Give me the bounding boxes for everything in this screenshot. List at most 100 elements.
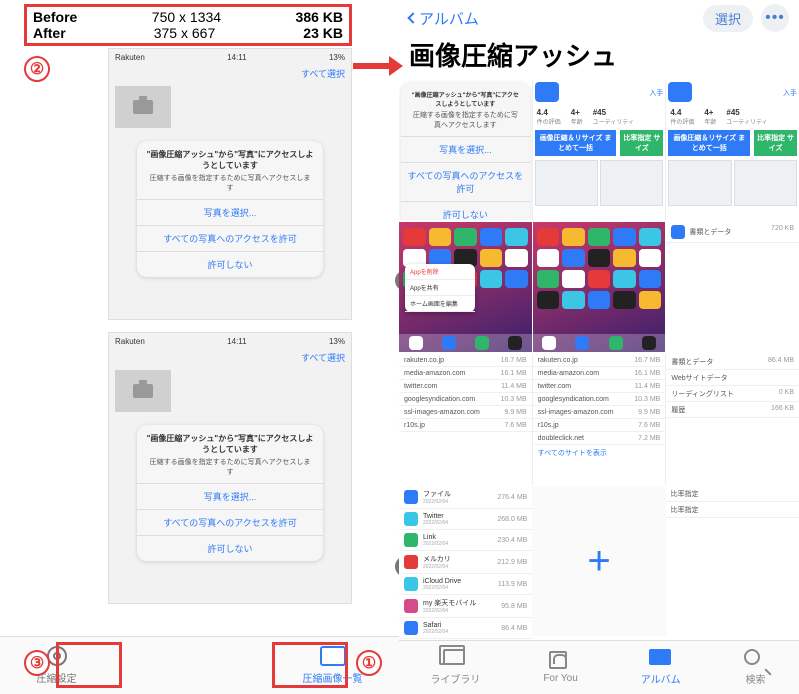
photo-thumbnail-placeholder	[115, 86, 171, 128]
before-filesize: 386 KB	[296, 9, 343, 25]
before-label: Before	[33, 9, 77, 25]
list-item[interactable]: r10s.jp7.6 MB	[533, 419, 666, 432]
list-item[interactable]: media-amazon.com16.1 MB	[533, 367, 666, 380]
list-item[interactable]: Safari2022/02/0486.4 MB	[399, 618, 532, 639]
tab-label: 検索	[744, 671, 768, 686]
list-item[interactable]: Twitter2022/02/04268.0 MB	[399, 509, 532, 530]
annotation-badge-3: ③	[24, 650, 50, 676]
website-data-list[interactable]: rakuten.co.jp16.7 MBmedia-amazon.com16.1…	[399, 354, 533, 484]
feature-banner-blue: 画像圧縮＆リサイズ まとめて一括	[535, 130, 617, 156]
list-item[interactable]: ファイル2022/02/04276.4 MB	[399, 486, 532, 509]
rating-sub: 件の評価	[537, 117, 561, 126]
list-item[interactable]: メルカリ2022/02/04212.9 MB	[399, 551, 532, 574]
get-label: 入手	[783, 88, 797, 98]
select-all-link[interactable]: すべて選択	[109, 65, 351, 82]
list-item[interactable]: r10s.jp7.6 MB	[399, 419, 532, 432]
list-item[interactable]: twitter.com11.4 MB	[399, 380, 532, 393]
annotation-badge-2: ②	[24, 56, 50, 82]
rank-sub: ユーティリティ	[726, 117, 767, 126]
add-tile[interactable]: +	[532, 486, 665, 636]
dialog-title: "画像圧縮アッシュ"から"写真"にアクセスしようとしています	[401, 82, 530, 110]
settings-thumbnail[interactable]: 書類とデータ720 KB	[666, 222, 799, 352]
ratio-list[interactable]: 比率指定比率指定	[666, 486, 799, 636]
homescreen-thumbnail[interactable]	[533, 222, 667, 352]
dialog-subtitle: 圧縮する画像を指定するために写真へアクセスします	[137, 457, 323, 483]
tab-library[interactable]: ライブラリ	[430, 649, 480, 686]
battery-label: 13%	[329, 337, 345, 346]
list-item[interactable]: my 楽天モバイル2022/02/0495.8 MB	[399, 595, 532, 618]
list-item[interactable]: 履歴166 KB	[666, 402, 799, 418]
clock-label: 14:11	[227, 53, 246, 62]
website-data-list[interactable]: rakuten.co.jp16.7 MBmedia-amazon.com16.1…	[533, 354, 667, 484]
after-filesize: 23 KB	[303, 25, 343, 41]
dialog-subtitle: 圧縮する画像を指定するために写真へアクセスします	[137, 173, 323, 199]
plus-icon: +	[587, 539, 610, 584]
storage-app-list[interactable]: ファイル2022/02/04276.4 MBTwitter2022/02/042…	[399, 486, 532, 636]
thumbnail-row-4: ファイル2022/02/04276.4 MBTwitter2022/02/042…	[399, 486, 799, 636]
tab-label: アルバム	[641, 671, 681, 686]
thumbnail-row-1: "画像圧縮アッシュ"から"写真"にアクセスしようとしています 圧縮する画像を指定…	[399, 80, 799, 220]
settings-data-list[interactable]: 書類とデータ86.4 MBWebサイトデータリーディングリスト0 KB履歴166…	[666, 354, 799, 484]
list-item[interactable]: Link2022/02/04230.4 MB	[399, 530, 532, 551]
list-item[interactable]: media-amazon.com16.1 MB	[399, 367, 532, 380]
tab-album[interactable]: アルバム	[641, 649, 681, 686]
select-button[interactable]: 選択	[703, 5, 753, 32]
rating-value: 4.4	[537, 108, 548, 117]
appstore-card[interactable]: 入手 4.4件の評価 4+年齢 #45ユーティリティ 画像圧縮＆リサイズ まとめ…	[533, 80, 667, 220]
search-icon	[744, 649, 760, 665]
list-item[interactable]: ssl-images-amazon.com9.9 MB	[533, 406, 666, 419]
select-photos-button[interactable]: 写真を選択...	[137, 199, 323, 225]
clock-label: 14:11	[227, 337, 246, 346]
album-title: 画像圧縮アッシュ	[399, 36, 799, 79]
list-item[interactable]: rakuten.co.jp16.7 MB	[533, 354, 666, 367]
list-item[interactable]: iCloud Drive2022/02/04113.9 MB	[399, 574, 532, 595]
settings-row-label: 書類とデータ	[689, 229, 731, 236]
tab-label: ライブラリ	[430, 671, 480, 686]
carrier-label: Rakuten	[115, 53, 145, 62]
list-item[interactable]: Webサイトデータ	[666, 370, 799, 386]
thumbnail-row-2: Appを削除 Appを共有 ホーム画面を編集 書類とデータ720 KB	[399, 222, 799, 352]
after-label: After	[33, 25, 66, 41]
annotation-box-gallery	[272, 642, 348, 688]
list-item[interactable]: twitter.com11.4 MB	[533, 380, 666, 393]
list-item[interactable]: googlesyndication.com10.3 MB	[533, 393, 666, 406]
dialog-subtitle: 圧縮する画像を指定するために写真へアクセスします	[401, 110, 530, 136]
list-item[interactable]: googlesyndication.com10.3 MB	[399, 393, 532, 406]
more-button[interactable]: •••	[761, 4, 789, 32]
list-item[interactable]: ssl-images-amazon.com9.9 MB	[399, 406, 532, 419]
ctx-delete[interactable]: Appを削除	[405, 264, 475, 280]
appstore-card[interactable]: 入手 4.4件の評価 4+年齢 #45ユーティリティ 画像圧縮＆リサイズ まとめ…	[666, 80, 799, 220]
show-all-sites-link[interactable]: すべてのサイトを表示	[533, 445, 666, 461]
list-item[interactable]: doubleclick.net7.2 MB	[533, 432, 666, 445]
list-item[interactable]: rakuten.co.jp16.7 MB	[399, 354, 532, 367]
back-button[interactable]: アルバム	[409, 8, 479, 29]
deny-button[interactable]: 許可しない	[137, 251, 323, 277]
tab-label: For You	[543, 673, 577, 684]
age-value: 4+	[571, 108, 580, 117]
battery-label: 13%	[329, 53, 345, 62]
list-item[interactable]: リーディングリスト0 KB	[666, 386, 799, 402]
list-item[interactable]: 比率指定	[666, 502, 799, 518]
rank-value: #45	[593, 108, 606, 117]
appstore-card[interactable]: "画像圧縮アッシュ"から"写真"にアクセスしようとしています 圧縮する画像を指定…	[399, 80, 533, 220]
tab-foryou[interactable]: For You	[543, 651, 577, 684]
album-top-bar: アルバム 選択 •••	[399, 0, 799, 36]
age-value: 4+	[704, 108, 713, 117]
annotation-box-settings	[56, 642, 122, 688]
photo-thumbnail-placeholder	[115, 370, 171, 412]
annotation-badge-1: ①	[356, 650, 382, 676]
list-item[interactable]: 比率指定	[666, 486, 799, 502]
ctx-edit[interactable]: ホーム画面を編集	[405, 296, 475, 312]
right-panel: アルバム 選択 ••• 画像圧縮アッシュ ④ "画像圧縮アッシュ"から"写真"に…	[399, 0, 799, 694]
tab-search[interactable]: 検索	[744, 649, 768, 686]
before-screenshot: Rakuten 14:11 13% すべて選択 "画像圧縮アッシュ"から"写真"…	[108, 48, 352, 320]
deny-button[interactable]: 許可しない	[137, 535, 323, 561]
allow-all-photos-button[interactable]: すべての写真へのアクセスを許可	[137, 509, 323, 535]
homescreen-thumbnail[interactable]: Appを削除 Appを共有 ホーム画面を編集	[399, 222, 533, 352]
ctx-share[interactable]: Appを共有	[405, 280, 475, 296]
allow-all-photos-button[interactable]: すべての写真へのアクセスを許可	[137, 225, 323, 251]
select-photos-button[interactable]: 写真を選択...	[137, 483, 323, 509]
select-all-link[interactable]: すべて選択	[109, 349, 351, 366]
arrow-icon	[353, 56, 403, 76]
list-item[interactable]: 書類とデータ86.4 MB	[666, 354, 799, 370]
